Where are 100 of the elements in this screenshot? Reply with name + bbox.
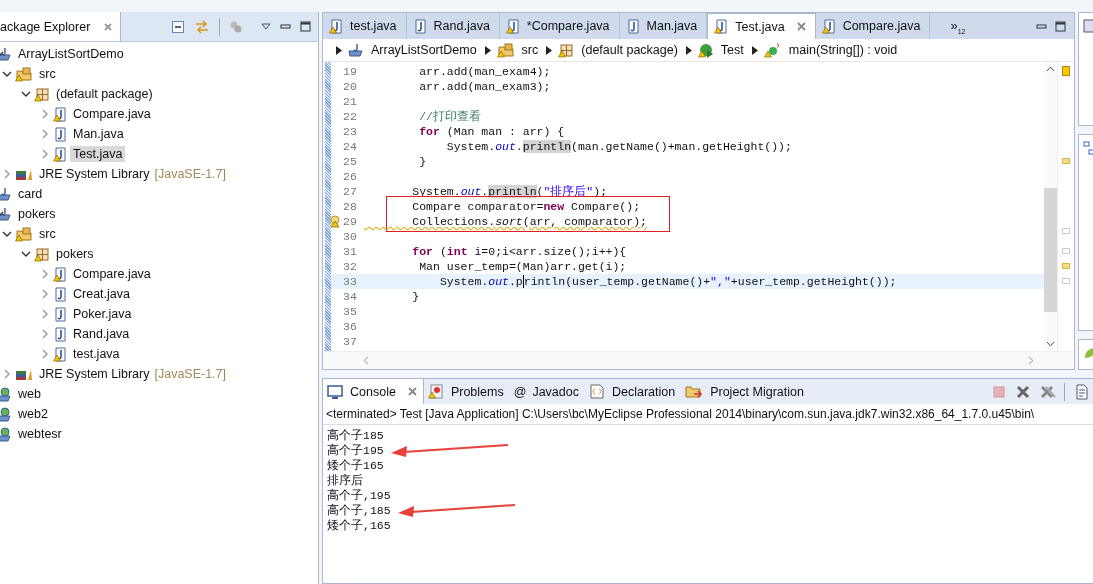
scroll-down-icon[interactable] xyxy=(1046,341,1055,347)
leaf-icon[interactable] xyxy=(1083,346,1093,361)
collapsed-chevron-icon[interactable] xyxy=(2,369,12,379)
collapsed-chevron-icon[interactable] xyxy=(40,149,50,159)
console-tab[interactable]: Declaration xyxy=(584,379,682,404)
console-output-line: 矮个子,165 xyxy=(327,518,391,533)
scroll-up-icon[interactable] xyxy=(1046,66,1055,72)
tree-item[interactable]: Creat.java xyxy=(70,286,133,302)
tree-item[interactable]: Rand.java xyxy=(70,326,133,342)
tree-item[interactable]: Compare.java xyxy=(70,266,154,282)
collapsed-chevron-icon[interactable] xyxy=(40,269,50,279)
occurrence-marker[interactable] xyxy=(1062,278,1070,284)
line-number: 23 xyxy=(343,125,358,138)
occurrence-marker[interactable] xyxy=(1062,228,1070,234)
console-tab[interactable]: @ Javadoc xyxy=(509,379,585,404)
link-icon[interactable] xyxy=(194,19,211,34)
collapsed-chevron-icon[interactable] xyxy=(40,329,50,339)
horizontal-scrollbar[interactable] xyxy=(323,351,1074,369)
tree-item[interactable]: (default package) xyxy=(53,86,156,102)
breadcrumb-arrow-icon[interactable] xyxy=(546,45,553,55)
stop-icon[interactable] xyxy=(992,384,1006,399)
tree-item[interactable]: JRE System Library xyxy=(36,166,153,182)
maximize-icon[interactable] xyxy=(300,21,312,32)
side-panel[interactable] xyxy=(1078,339,1093,370)
console-output-line: 排序后 xyxy=(327,473,363,488)
collapsed-chevron-icon[interactable] xyxy=(40,289,50,299)
collapsed-chevron-icon[interactable] xyxy=(40,309,50,319)
breadcrumb-arrow-icon[interactable] xyxy=(751,45,758,55)
minimize-icon[interactable] xyxy=(280,21,292,32)
tree-item[interactable]: pokers xyxy=(53,246,97,262)
tree-item[interactable]: JRE System Library xyxy=(36,366,153,382)
editor-tab[interactable]: *Compare.java xyxy=(499,13,620,39)
tree-item[interactable]: pokers xyxy=(15,206,59,222)
breadcrumb-item[interactable]: src xyxy=(521,43,539,57)
breadcrumb-arrow-icon[interactable] xyxy=(484,45,491,55)
breadcrumb-item[interactable]: ArrayListSortDemo xyxy=(371,43,477,57)
tree-item[interactable]: ArrayListSortDemo xyxy=(15,46,127,62)
remove-icon[interactable] xyxy=(1016,384,1030,399)
collapsed-chevron-icon[interactable] xyxy=(40,109,50,119)
tree-item[interactable]: Test.java xyxy=(70,146,126,162)
code-line: //打印查看 xyxy=(418,109,481,124)
console-tab[interactable]: Console xyxy=(323,379,424,404)
tree-item[interactable]: src xyxy=(36,66,59,82)
side-panel[interactable] xyxy=(1078,12,1093,126)
tree-item[interactable]: web xyxy=(15,386,44,402)
breadcrumb-item[interactable]: (default package) xyxy=(581,43,678,57)
expanded-chevron-icon[interactable] xyxy=(2,69,12,79)
remove-all-icon[interactable] xyxy=(1040,384,1056,399)
line-number: 27 xyxy=(343,185,358,198)
console-tab[interactable]: Problems xyxy=(423,379,510,404)
document-icon[interactable] xyxy=(1075,383,1089,400)
breadcrumb-item[interactable]: main(String[]) : void xyxy=(788,43,898,57)
close-icon[interactable] xyxy=(407,387,417,396)
outline-icon[interactable] xyxy=(1083,19,1093,33)
occurrence-marker[interactable] xyxy=(1062,248,1070,254)
view-menu-icon[interactable] xyxy=(261,22,272,31)
scroll-right-icon[interactable] xyxy=(1028,356,1034,365)
line-number: 33 xyxy=(343,275,358,288)
tree-item[interactable]: webtesr xyxy=(15,426,65,442)
console-output-line: 高个子195 xyxy=(327,443,384,458)
close-icon[interactable] xyxy=(104,22,113,31)
expanded-chevron-icon[interactable] xyxy=(21,89,31,99)
collapsed-chevron-icon[interactable] xyxy=(2,169,12,179)
collapse-all-icon[interactable] xyxy=(171,19,186,34)
tree-item[interactable]: Man.java xyxy=(70,126,127,142)
editor-tab[interactable]: test.java xyxy=(323,13,407,39)
side-panel[interactable] xyxy=(1078,134,1093,332)
tree-item[interactable]: test.java xyxy=(70,346,123,362)
tree-item[interactable]: web2 xyxy=(15,406,51,422)
editor-tab[interactable]: Rand.java xyxy=(406,13,500,39)
breadcrumb-arrow-icon[interactable] xyxy=(336,45,342,55)
console-tab[interactable]: Project Migration xyxy=(681,379,810,404)
tree-item[interactable]: Compare.java xyxy=(70,106,154,122)
editor-tab[interactable]: Test.java xyxy=(707,13,816,39)
package-explorer-tab[interactable]: ackage Explorer xyxy=(0,12,122,41)
gear-icon[interactable] xyxy=(229,19,244,34)
expanded-chevron-icon[interactable] xyxy=(2,229,12,239)
more-tabs-button[interactable]: »$_{12}$ xyxy=(950,17,966,35)
scroll-left-icon[interactable] xyxy=(363,356,369,365)
expanded-chevron-icon[interactable] xyxy=(21,249,31,259)
close-icon[interactable] xyxy=(796,22,806,31)
code-line: for (Man man : arr) { xyxy=(418,125,565,138)
collapsed-chevron-icon[interactable] xyxy=(40,349,50,359)
collapsed-chevron-icon[interactable] xyxy=(40,129,50,139)
warning-bulb-icon[interactable] xyxy=(329,215,342,228)
warning-marker[interactable] xyxy=(1062,158,1070,164)
hierarchy-icon[interactable] xyxy=(1083,141,1093,155)
maximize-icon[interactable] xyxy=(1055,20,1066,32)
tree-item[interactable]: src xyxy=(36,226,59,242)
tree-item[interactable]: Poker.java xyxy=(70,306,135,322)
line-number: 30 xyxy=(343,230,358,243)
vertical-scrollbar[interactable] xyxy=(1044,62,1057,351)
warning-marker[interactable] xyxy=(1062,263,1070,269)
code-line: arr.add(man_exam4); xyxy=(418,65,551,78)
editor-tab[interactable]: Compare.java xyxy=(815,13,931,39)
tree-item[interactable]: card xyxy=(15,186,46,202)
console-output-line: 矮个子165 xyxy=(327,458,384,473)
breadcrumb-arrow-icon[interactable] xyxy=(685,45,692,55)
warning-marker[interactable] xyxy=(1062,66,1070,76)
breadcrumb-item[interactable]: Test xyxy=(720,43,744,57)
